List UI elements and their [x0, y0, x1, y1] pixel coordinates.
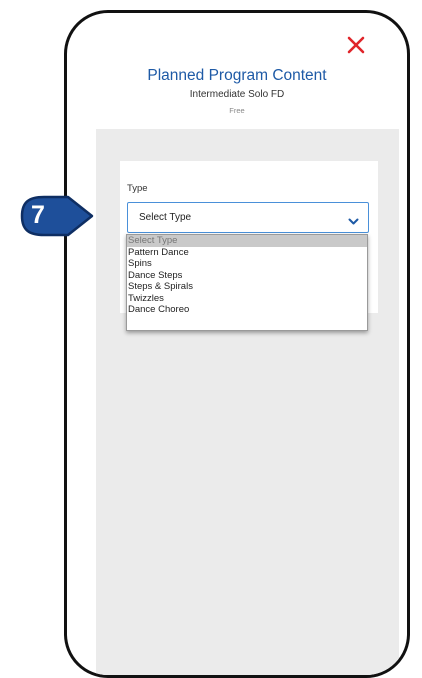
type-label: Type	[127, 183, 148, 194]
phone-frame: Planned Program Content Intermediate Sol…	[64, 10, 410, 678]
step-number: 7	[31, 201, 45, 229]
option-pattern-dance[interactable]: Pattern Dance	[127, 247, 367, 259]
tier-label: Free	[229, 106, 245, 115]
type-dropdown-list: Select Type Pattern Dance Spins Dance St…	[126, 234, 368, 331]
option-dance-steps[interactable]: Dance Steps	[127, 270, 367, 282]
option-select-type[interactable]: Select Type	[127, 235, 367, 247]
close-icon[interactable]	[344, 33, 368, 57]
option-spins[interactable]: Spins	[127, 258, 367, 270]
option-steps-spirals[interactable]: Steps & Spirals	[127, 281, 367, 293]
content-area: Type Select Type	[96, 129, 399, 675]
option-twizzles[interactable]: Twizzles	[127, 293, 367, 305]
option-dance-choreo[interactable]: Dance Choreo	[127, 304, 367, 316]
page-title: Planned Program Content	[147, 67, 327, 84]
chevron-down-icon	[348, 213, 359, 231]
event-subtitle: Intermediate Solo FD	[189, 89, 285, 100]
type-select-value: Select Type	[139, 212, 192, 223]
modal-header: Planned Program Content Intermediate Sol…	[67, 67, 407, 116]
type-select[interactable]: Select Type	[127, 202, 369, 233]
